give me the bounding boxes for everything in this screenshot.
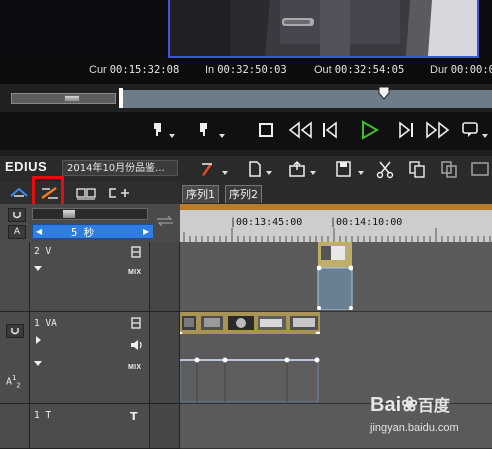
track-label: 1 T [34,410,52,421]
tab-sequence-1[interactable]: 序列1 [182,185,219,203]
position-scrub-bar[interactable] [120,90,492,108]
jog-handle[interactable] [64,95,80,102]
scale-slider-handle[interactable] [63,210,75,218]
track-1t-patch[interactable] [0,404,30,449]
link-icon[interactable] [154,214,176,228]
track-2v-lane[interactable] [180,242,492,312]
in-timecode: In 00:32:50:03 [205,64,287,76]
mix-toggle[interactable]: MIX [128,269,141,276]
clip-thumbnail-strip[interactable] [180,312,320,334]
current-timecode: Cur 00:15:32:08 [89,64,180,76]
track-1va-patch[interactable]: A12 [0,312,30,404]
track-1t-header[interactable]: 1 T T [30,404,150,449]
rewind-button[interactable] [285,119,315,141]
title-track-icon[interactable]: T [130,410,138,423]
play-button[interactable] [356,119,382,141]
jog-slider[interactable] [11,93,116,104]
ruler-range-bar [180,204,492,210]
track-label: 2 V [34,246,52,257]
sync-lock-icon[interactable] [8,186,32,200]
track-1va-spacer [150,312,180,404]
save-icon[interactable] [332,159,368,179]
track-2v-patch[interactable] [0,242,30,312]
add-track-icon[interactable] [106,185,132,201]
speaker-icon[interactable] [130,339,144,351]
playhead-marker-icon[interactable] [378,86,390,100]
ruler-tick-label: |00:13:45:00 [230,217,303,228]
video-preview[interactable] [168,0,479,58]
ruler-tick-label: |00:14:10:00 [330,217,403,228]
baidu-watermark: Bai❀百度 jingyan.baidu.com [370,394,459,434]
expand-arrow-icon[interactable] [34,361,42,367]
track-1va-lane[interactable] [180,312,492,404]
cut-icon[interactable] [374,159,396,179]
project-name-field[interactable]: 2014年10月份品鉴... [62,160,178,176]
step-forward-button[interactable] [392,119,418,141]
ripple-mode-icon[interactable] [74,185,100,201]
zoom-level-value: 5 秒 [71,227,95,239]
transport-bar [0,112,492,150]
zoom-level-select[interactable]: ◀ 5 秒 ▶ [32,224,154,239]
stop-button[interactable] [256,119,276,141]
replace-icon[interactable] [468,159,492,179]
audio-patch-label[interactable]: A12 [6,374,20,389]
video-lock-icon[interactable] [8,208,26,222]
zoom-increase-icon[interactable]: ▶ [143,227,149,236]
step-back-button[interactable] [318,119,344,141]
track-1va-header[interactable]: 1 VA MIX [30,312,150,404]
collapse-arrow-icon[interactable] [36,336,42,344]
app-logo: EDIUS [5,159,48,174]
expand-arrow-icon[interactable] [34,266,42,272]
watermark-site: jingyan.baidu.com [370,422,459,434]
export-icon[interactable] [286,159,320,179]
paste-icon[interactable] [438,159,460,179]
track-1t-spacer [150,404,180,449]
mixer-toggle-icon[interactable] [38,185,62,201]
out-timecode: Out 00:32:54:05 [314,64,405,76]
set-in-button[interactable] [148,119,178,141]
tab-sequence-2[interactable]: 序列2 [225,185,262,203]
paw-icon: ❀ [401,394,418,416]
timeline-scale-slider[interactable] [32,208,148,220]
set-out-button[interactable] [196,119,232,141]
zoom-decrease-icon[interactable]: ◀ [36,227,42,236]
loop-playback-button[interactable] [458,119,492,141]
copy-icon[interactable] [406,159,428,179]
audio-clip[interactable] [180,356,320,402]
track-label: 1 VA [34,318,57,329]
new-sequence-icon[interactable] [244,159,276,179]
video-patch-icon[interactable] [6,324,24,338]
track-2v-spacer [150,242,180,312]
fast-forward-button[interactable] [423,119,453,141]
scrub-start-marker [119,88,123,108]
audio-lock-label[interactable]: A [8,225,26,239]
track-2v-header[interactable]: 2 V MIX [30,242,150,312]
timecode-bar: Cur 00:15:32:08 In 00:32:50:03 Out 00:32:54… [0,58,492,84]
track-visibility-icon[interactable] [130,317,142,329]
duration-timecode: Dur 00:00:0 [430,64,492,76]
edit-mode-icon[interactable] [196,159,232,179]
video-clip[interactable] [317,242,353,310]
mix-toggle[interactable]: MIX [128,364,141,371]
track-visibility-icon[interactable] [130,246,142,258]
